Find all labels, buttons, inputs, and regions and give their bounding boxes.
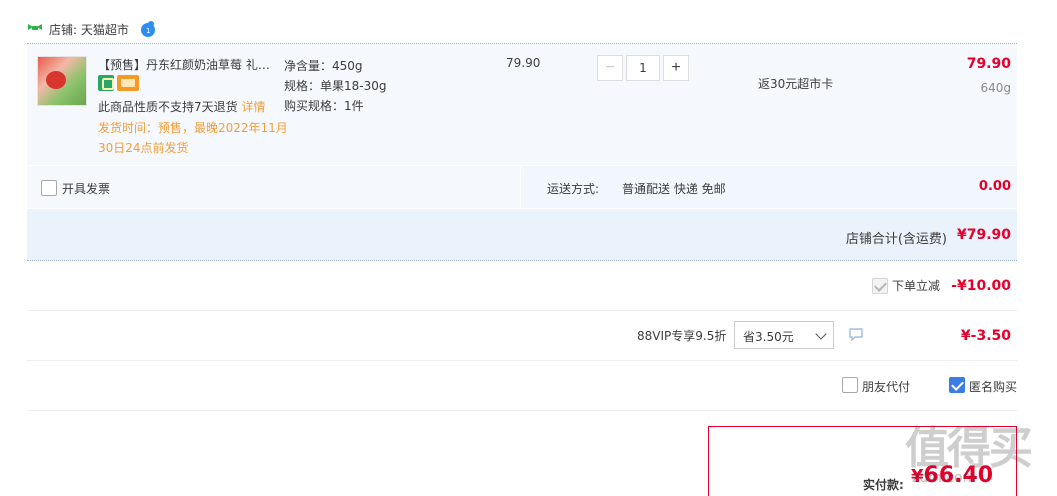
- quantity-input[interactable]: [626, 55, 660, 81]
- shop-total-value: ¥79.90: [956, 227, 1011, 243]
- rebate-text: 返30元超市卡: [758, 77, 834, 91]
- watermark-domain: zdm.com: [912, 470, 977, 486]
- increase-quantity-button[interactable]: +: [663, 55, 689, 81]
- invoice-checkbox[interactable]: [41, 180, 57, 196]
- tmall-icon: [27, 23, 43, 35]
- decrease-quantity-button[interactable]: −: [597, 55, 623, 81]
- service-badges: [98, 75, 139, 91]
- spec-size: 规格：单果18-30g: [284, 79, 387, 93]
- product-title[interactable]: 【预售】丹东红颜奶油草莓 礼…: [98, 56, 273, 73]
- vip-discount-value: ¥-3.50: [960, 328, 1011, 344]
- unit-price: 79.90: [506, 56, 541, 70]
- card-badge-icon[interactable]: [117, 75, 139, 91]
- vip-discount-label: 88VIP专享9.5折: [637, 329, 727, 343]
- shipping-label: 运送方式:: [547, 182, 600, 196]
- purchase-options-row: 朋友代付 匿名购买: [27, 361, 1017, 411]
- svg-text:1: 1: [146, 27, 150, 35]
- guarantee-badge-icon[interactable]: [98, 75, 114, 91]
- invoice-shipping-row: 开具发票 运送方式: 普通配送 快递 免邮 0.00: [27, 166, 1017, 208]
- instant-discount-label: 下单立减: [892, 279, 941, 293]
- watermark-logo: 值得买: [905, 423, 1033, 474]
- shop-total-row: 店铺合计(含运费) ¥79.90: [27, 209, 1017, 261]
- spec-buy: 购买规格：1件: [284, 99, 364, 113]
- message-icon[interactable]: [849, 328, 863, 344]
- wangwang-icon[interactable]: 1: [139, 20, 157, 38]
- product-specs: 净含量：450g 规格：单果18-30g 购买规格：1件: [284, 56, 387, 116]
- ship-time-notice: 发货时间：预售，最晚2022年11月30日24点前发货: [98, 121, 288, 155]
- order-item-row: 【预售】丹东红颜奶油草莓 礼… 此商品性质不支持7天退货 详情 发货时间：预售，…: [27, 43, 1017, 165]
- invoice-label[interactable]: 开具发票: [62, 180, 110, 197]
- vip-discount-select[interactable]: 省3.50元: [734, 321, 834, 349]
- payment-label: 实付款:: [863, 478, 904, 492]
- detail-link[interactable]: 详情: [241, 100, 265, 114]
- friend-pay-checkbox[interactable]: [842, 377, 858, 393]
- vip-select-value: 省3.50元: [743, 330, 794, 344]
- chevron-down-icon: [815, 328, 827, 340]
- instant-discount-value: -¥10.00: [951, 278, 1011, 294]
- friend-pay-label[interactable]: 朋友代付: [862, 378, 910, 395]
- anonymous-checkbox[interactable]: [949, 377, 965, 393]
- anonymous-label[interactable]: 匿名购买: [969, 378, 1017, 395]
- item-subtotal: 79.90: [966, 56, 1011, 72]
- shipping-fee: 0.00: [978, 179, 1011, 194]
- item-weight: 640g: [980, 81, 1011, 95]
- shipping-method: 普通配送 快递 免邮: [622, 182, 726, 196]
- instant-discount-row: 下单立减 -¥10.00: [27, 261, 1017, 311]
- product-thumbnail[interactable]: [37, 56, 87, 106]
- spec-net-weight: 净含量：450g: [284, 59, 363, 73]
- instant-discount-checkbox[interactable]: [872, 278, 888, 294]
- invoice-cell: 开具发票: [27, 166, 521, 208]
- no-return-notice: 此商品性质不支持7天退货 详情: [98, 98, 265, 115]
- shop-name[interactable]: 店铺: 天猫超市: [49, 21, 129, 38]
- no-return-text: 此商品性质不支持7天退货: [98, 100, 238, 114]
- shop-total-label: 店铺合计(含运费): [845, 232, 947, 247]
- shop-header: 店铺: 天猫超市 1: [27, 18, 157, 40]
- quantity-stepper: − +: [597, 55, 689, 81]
- vip-discount-row: 88VIP专享9.5折 省3.50元 ¥-3.50: [27, 311, 1017, 361]
